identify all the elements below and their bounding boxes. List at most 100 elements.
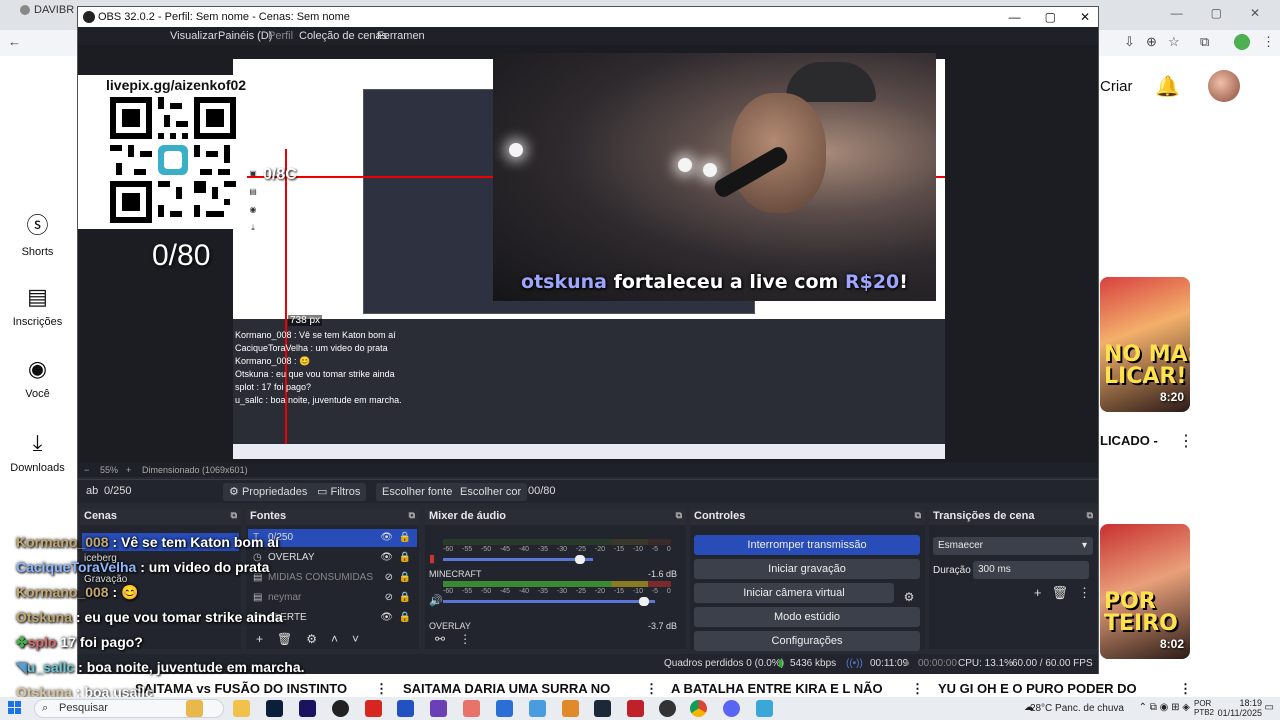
app-icon[interactable] (659, 700, 676, 717)
menu-item-scene-collection[interactable]: Coleção de cenas (299, 30, 387, 42)
start-virtual-camera-button[interactable]: Iniciar câmera virtual (694, 583, 894, 603)
menu-item-tools[interactable]: Ferramen (377, 30, 425, 42)
filters-button[interactable]: ▭ Filtros (311, 483, 367, 501)
avatar[interactable] (1208, 70, 1240, 102)
profile-avatar[interactable] (1234, 34, 1250, 50)
eye-icon[interactable]: 👁 (380, 609, 393, 627)
star-icon[interactable]: ☆ (1168, 34, 1180, 50)
dock-float-icon[interactable]: ⧉ (409, 510, 415, 521)
app-icon[interactable] (430, 700, 447, 717)
obs-taskbar-icon[interactable] (332, 700, 349, 717)
file-explorer-icon[interactable] (233, 700, 250, 717)
app-icon[interactable] (529, 700, 546, 717)
video-thumbnail[interactable]: POR TEIRO 8:02 (1100, 524, 1190, 659)
volume-knob[interactable] (639, 597, 649, 606)
gear-icon[interactable]: ⚙ (898, 587, 920, 607)
eye-icon[interactable]: 👁 (380, 549, 393, 567)
notification-icon[interactable]: ▭ (1265, 702, 1274, 713)
more-icon[interactable]: ⋮ (459, 632, 471, 646)
down-icon[interactable]: ˅ (352, 632, 359, 646)
minimize-icon[interactable]: — (1009, 7, 1021, 27)
video-title[interactable]: SAITAMA DARIA UMA SURRA NO (403, 681, 610, 696)
zoom-minus-icon[interactable]: − (84, 465, 89, 475)
premiere-icon[interactable] (299, 700, 316, 717)
browser-tab[interactable]: DAVIBR (20, 4, 74, 16)
discord-icon[interactable] (723, 700, 740, 717)
minimize-icon[interactable]: — (1171, 6, 1183, 20)
eye-hidden-icon[interactable]: ⊘ (385, 569, 393, 587)
acrobat-icon[interactable] (365, 700, 382, 717)
lock-icon[interactable]: 🔒 (399, 529, 411, 547)
lock-icon[interactable]: 🔒 (399, 549, 411, 567)
app-icon[interactable] (496, 700, 513, 717)
maximize-icon[interactable]: ▢ (1211, 6, 1222, 20)
eye-hidden-icon[interactable]: ⊘ (385, 589, 393, 607)
app-icon[interactable] (463, 700, 480, 717)
link-icon[interactable]: ⚯ (435, 632, 445, 646)
more-icon[interactable]: ⋮ (1179, 681, 1192, 697)
close-icon[interactable]: ✕ (1080, 7, 1090, 27)
dock-float-icon[interactable]: ⧉ (1087, 510, 1093, 521)
more-icon[interactable]: ⋮ (911, 681, 924, 697)
eye-icon[interactable]: 👁 (380, 529, 393, 547)
preview-area[interactable]: ▣▤◉⤓ 🔔 0/8C 738 px Kormano_008 : Vê se t… (78, 45, 1098, 463)
stop-stream-button[interactable]: Interromper transmissão (694, 535, 920, 555)
more-icon[interactable]: ⋮ (1078, 585, 1091, 601)
trash-icon[interactable]: 🗑 (277, 632, 292, 646)
yt-nav-downloads[interactable]: ⤓ Downloads (0, 430, 75, 474)
yt-nav-subscriptions[interactable]: ▤ Inscrições (0, 284, 75, 328)
muted-speaker-icon[interactable]: ▮ (429, 552, 435, 565)
create-button[interactable]: Criar (1100, 78, 1133, 95)
menu-item-profile[interactable]: Perfil (268, 30, 293, 42)
gear-icon[interactable]: ⚙ (306, 632, 317, 646)
maximize-icon[interactable]: ▢ (1045, 7, 1056, 27)
video-title[interactable]: YU GI OH E O PURO PODER DO (938, 681, 1137, 696)
zoom-plus-icon[interactable]: + (126, 465, 131, 475)
trash-icon[interactable]: 🗑 (1051, 585, 1068, 601)
app-icon[interactable] (627, 700, 644, 717)
video-title[interactable]: A BATALHA ENTRE KIRA E L NÃO (671, 681, 883, 696)
back-icon[interactable]: ← (8, 34, 21, 49)
extensions-icon[interactable]: ⧉ (1200, 34, 1209, 50)
source-item[interactable]: ▤ MIDIAS CONSUMIDAS ⊘ 🔒 (248, 569, 417, 587)
lock-icon[interactable]: 🔒 (399, 589, 411, 607)
transition-select[interactable]: Esmaecer ▾ (933, 537, 1093, 555)
video-title[interactable]: LICADO - (1100, 433, 1158, 448)
yt-nav-you[interactable]: ◉ Você (0, 356, 75, 400)
add-icon[interactable]: + (256, 632, 263, 646)
settings-button[interactable]: Configurações (694, 631, 920, 651)
choose-color-button[interactable]: Escolher cor (454, 483, 528, 501)
lock-icon[interactable]: 🔒 (399, 609, 411, 627)
photoshop-icon[interactable] (266, 700, 283, 717)
close-icon[interactable]: ✕ (1250, 6, 1260, 20)
app-icon[interactable] (397, 700, 414, 717)
start-recording-button[interactable]: Iniciar gravação (694, 559, 920, 579)
weather[interactable]: 28°C Panc. de chuva (1030, 703, 1124, 714)
windows-start-icon[interactable] (8, 701, 22, 715)
bell-icon[interactable]: 🔔 (1155, 74, 1180, 99)
volume-knob[interactable] (575, 555, 585, 564)
menu-item-docks[interactable]: Painéis (D) (218, 30, 272, 42)
install-icon[interactable]: ⇩ (1124, 34, 1135, 50)
lock-icon[interactable]: 🔒 (399, 569, 411, 587)
clock[interactable]: 18:19 01/11/2025 (1218, 698, 1262, 718)
widget-icon[interactable] (186, 700, 203, 717)
add-icon[interactable]: + (1034, 585, 1042, 601)
dock-float-icon[interactable]: ⧉ (231, 510, 237, 521)
dock-float-icon[interactable]: ⧉ (676, 510, 682, 521)
video-thumbnail[interactable]: NO MAS LICAR! 8:20 (1100, 277, 1190, 412)
dock-float-icon[interactable]: ⧉ (915, 510, 921, 521)
steam-icon[interactable] (594, 700, 611, 717)
speaker-icon[interactable]: 🔊 (429, 594, 443, 607)
choose-font-button[interactable]: Escolher fonte (376, 483, 459, 501)
app-icon[interactable] (756, 700, 773, 717)
more-icon[interactable]: ⋮ (375, 681, 388, 697)
more-icon[interactable]: ⋮ (1178, 431, 1194, 451)
properties-button[interactable]: ⚙ Propriedades (223, 483, 314, 501)
volume-slider[interactable] (443, 558, 593, 561)
app-icon[interactable] (562, 700, 579, 717)
volume-slider[interactable] (443, 600, 655, 603)
duration-input[interactable]: 300 ms (973, 561, 1089, 579)
up-icon[interactable]: ˄ (331, 632, 338, 646)
chrome-icon[interactable] (690, 700, 707, 717)
